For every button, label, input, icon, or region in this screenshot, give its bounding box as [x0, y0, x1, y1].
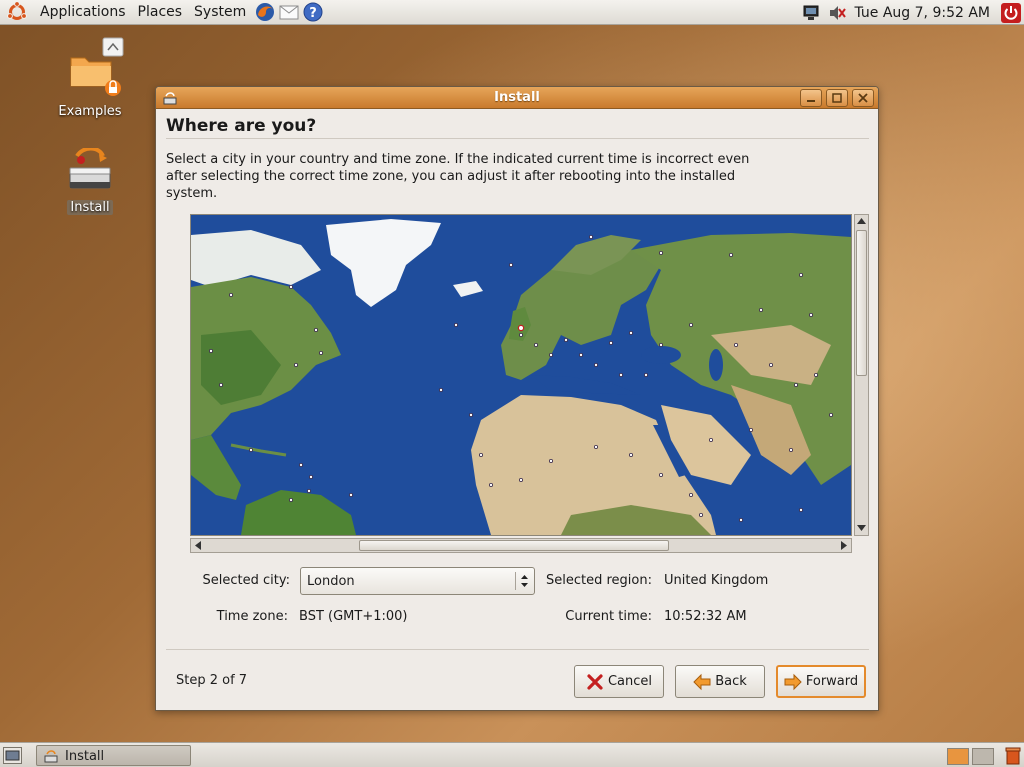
current-time-value: 10:52:32 AM	[664, 609, 747, 624]
clock[interactable]: Tue Aug 7, 9:52 AM	[854, 5, 990, 21]
selected-city-combo[interactable]: London	[300, 567, 535, 595]
installer-icon	[44, 750, 58, 763]
time-zone-label: Time zone:	[216, 609, 288, 624]
selected-city-value: London	[307, 574, 355, 589]
folder-locked-icon	[70, 37, 124, 96]
step-indicator: Step 2 of 7	[176, 673, 248, 688]
scrollbar-thumb[interactable]	[856, 230, 867, 376]
forward-button[interactable]: Forward	[776, 665, 866, 698]
time-zone-value: BST (GMT+1:00)	[299, 609, 408, 624]
taskbar-item-label: Install	[65, 749, 105, 764]
workspace-2[interactable]	[972, 748, 994, 765]
svg-text:?: ?	[309, 6, 317, 21]
back-button[interactable]: Back	[675, 665, 765, 698]
mail-icon[interactable]	[278, 1, 300, 23]
scroll-left-icon[interactable]	[194, 541, 202, 550]
show-desktop-icon	[5, 750, 20, 761]
desktop-icon-examples[interactable]: Examples	[50, 36, 130, 119]
selected-city-label: Selected city:	[202, 573, 290, 588]
scroll-right-icon[interactable]	[840, 541, 848, 550]
cancel-button-label: Cancel	[607, 674, 653, 689]
desktop-icon-label: Install	[67, 200, 113, 215]
installer-icon	[69, 146, 111, 189]
cancel-button[interactable]: Cancel	[574, 665, 664, 698]
intro-text: Select a city in your country and time z…	[166, 152, 750, 201]
world-map	[191, 215, 851, 535]
arrow-left-icon	[693, 673, 711, 690]
window-title: Install	[494, 90, 540, 105]
cancel-icon	[587, 673, 603, 690]
desktop-icon-install[interactable]: Install	[50, 146, 130, 215]
top-panel-tray: Tue Aug 7, 9:52 AM	[798, 0, 1024, 25]
ubuntu-logo-icon[interactable]	[6, 1, 28, 23]
selected-region-value: United Kingdom	[664, 573, 769, 588]
menu-places[interactable]: Places	[132, 4, 189, 20]
show-desktop-button[interactable]	[3, 747, 22, 764]
trash-icon[interactable]	[1005, 746, 1021, 765]
map-horizontal-scrollbar[interactable]	[190, 538, 852, 553]
network-icon[interactable]	[802, 4, 820, 22]
scroll-down-icon[interactable]	[857, 524, 866, 532]
close-icon	[858, 93, 868, 103]
maximize-icon	[832, 93, 842, 103]
divider	[166, 138, 869, 139]
divider	[166, 649, 869, 650]
power-icon[interactable]	[1000, 2, 1022, 24]
top-panel: Applications Places System ? Tue Aug 7, …	[0, 0, 1024, 25]
install-window: Install Where are you? Select a city in …	[155, 86, 879, 711]
minimize-icon	[807, 100, 815, 102]
menu-applications[interactable]: Applications	[34, 4, 132, 20]
firefox-icon[interactable]	[254, 1, 276, 23]
current-time-label: Current time:	[565, 609, 652, 624]
taskbar-item-install[interactable]: Install	[36, 745, 191, 766]
window-titlebar[interactable]: Install	[156, 87, 878, 109]
maximize-button[interactable]	[826, 89, 848, 107]
bottom-panel: Install	[0, 742, 1024, 767]
help-icon[interactable]: ?	[302, 1, 324, 23]
forward-button-label: Forward	[805, 674, 859, 689]
scrollbar-thumb[interactable]	[359, 540, 669, 551]
desktop-icon-label: Examples	[58, 104, 122, 119]
menu-system[interactable]: System	[188, 4, 252, 20]
map-vertical-scrollbar[interactable]	[854, 214, 869, 536]
page-title: Where are you?	[166, 116, 317, 136]
selected-region-label: Selected region:	[546, 573, 652, 588]
timezone-map[interactable]	[190, 214, 852, 536]
combo-separator	[515, 572, 516, 590]
volume-muted-icon[interactable]	[828, 4, 847, 22]
scroll-up-icon[interactable]	[857, 217, 866, 225]
back-button-label: Back	[715, 674, 747, 689]
close-button[interactable]	[852, 89, 874, 107]
workspace-1[interactable]	[947, 748, 969, 765]
minimize-button[interactable]	[800, 89, 822, 107]
selected-city-marker	[517, 324, 525, 332]
arrow-right-icon	[784, 673, 802, 690]
